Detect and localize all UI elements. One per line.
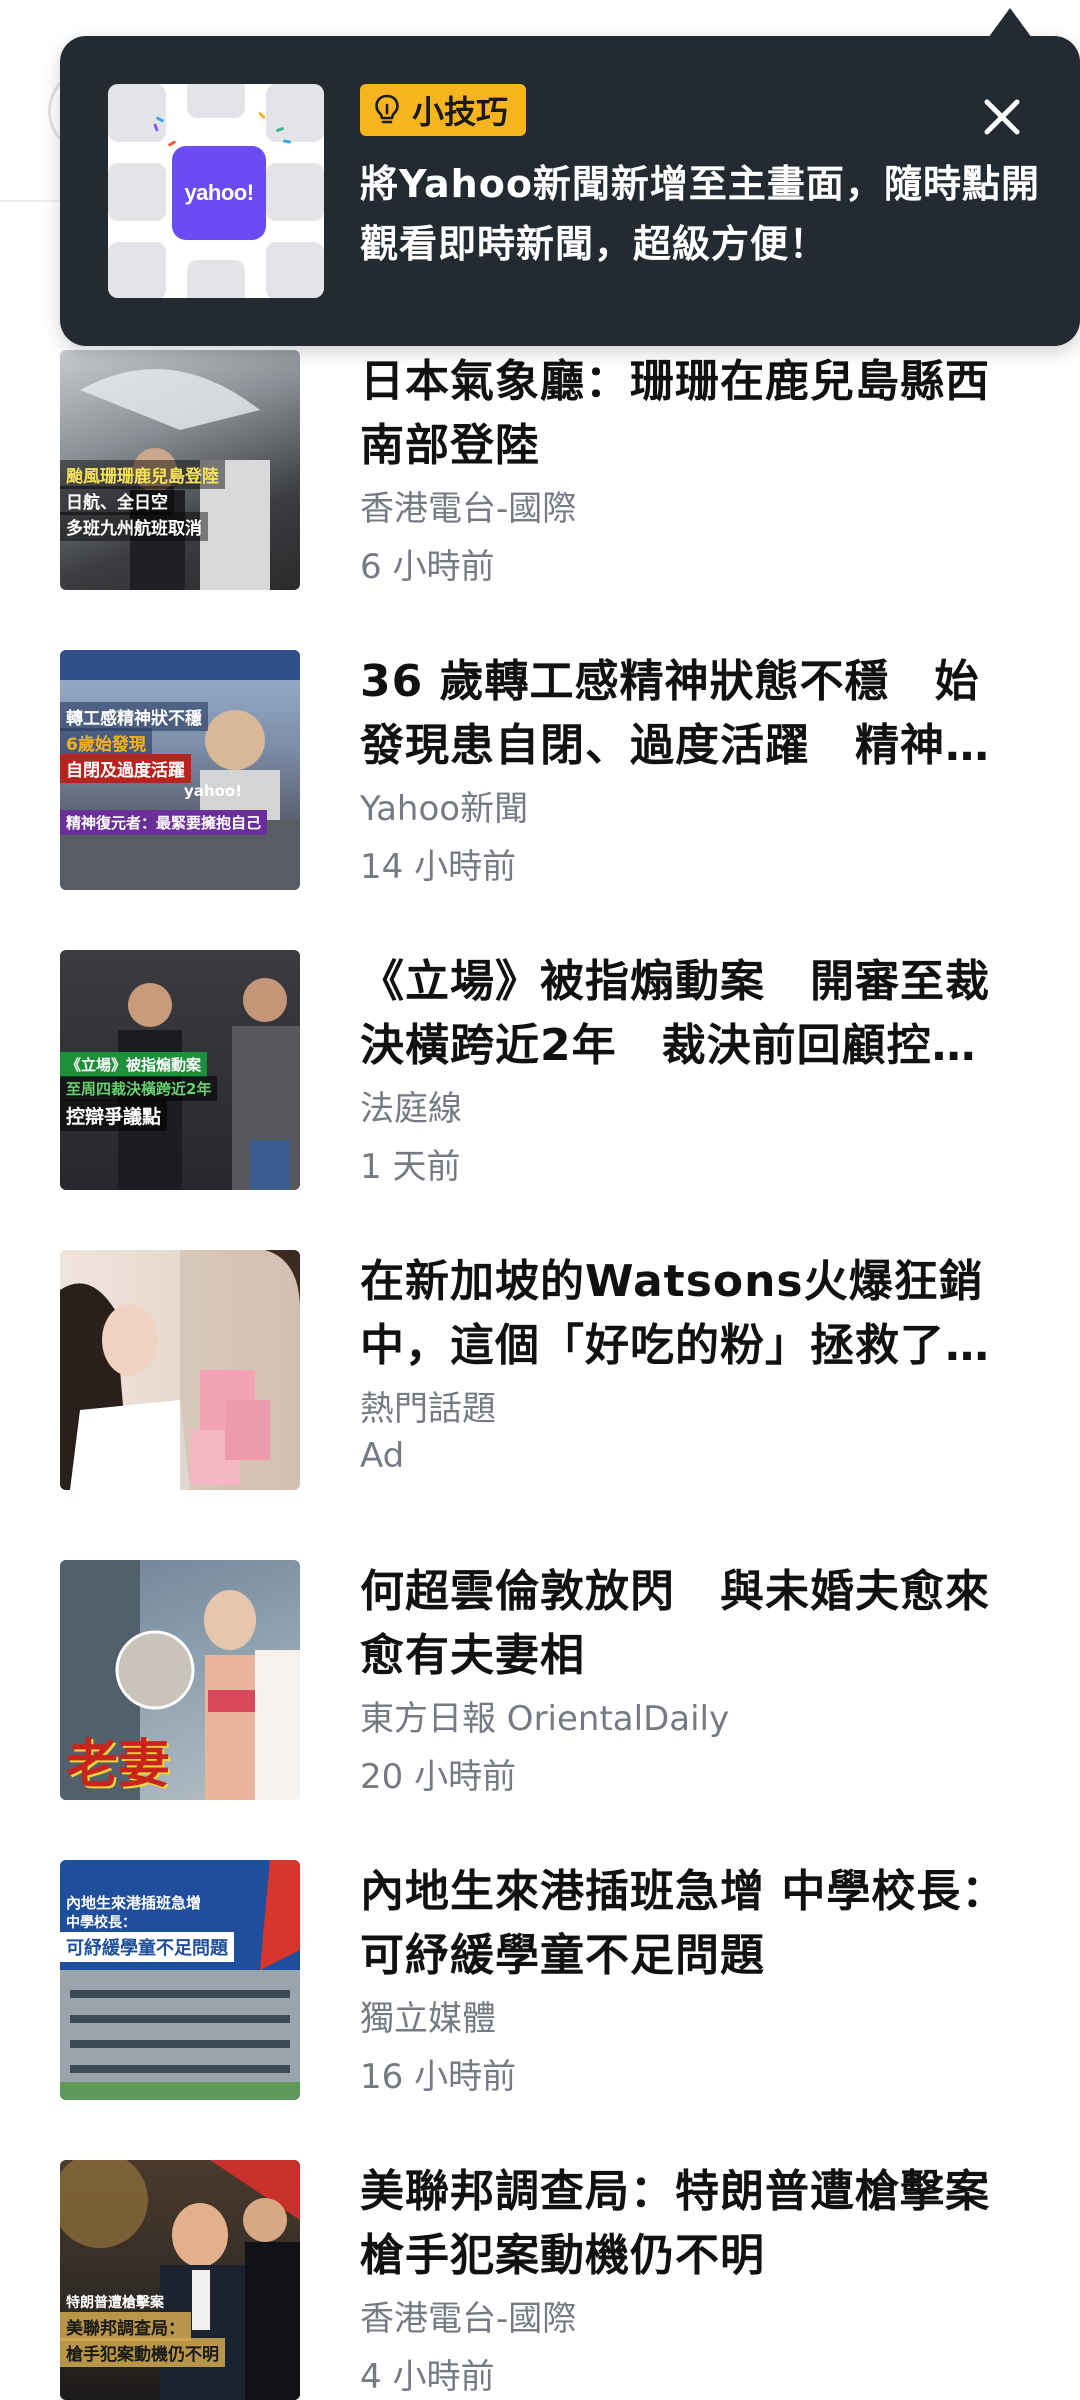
list-item[interactable]: 老妻 何超雲倫敦放閃 與未婚夫愈來愈有夫妻相 東方日報 OrientalDail… (0, 1556, 1080, 1856)
article-source: 獨立媒體 (360, 1999, 496, 2039)
article-source: 東方日報 OrientalDaily (360, 1699, 730, 1739)
article-thumbnail: 內地生來港插班急增 中學校長： 可紓緩學童不足問題 (60, 1860, 300, 2100)
article-title[interactable]: 日本氣象廳：珊珊在鹿兒島縣西南部登陸 (360, 350, 1020, 478)
tip-badge: 小技巧 (360, 84, 527, 136)
article-source: 法庭線 (360, 1089, 462, 1129)
list-item[interactable]: 內地生來港插班急增 中學校長： 可紓緩學童不足問題 內地生來港插班急增 中學校長… (0, 1856, 1080, 2156)
article-source: Yahoo新聞 (360, 789, 529, 829)
tip-badge-label: 小技巧 (412, 93, 509, 131)
list-item[interactable]: 轉工感精神狀不穩 6歲始發現 自閉及過度活躍 yahoo! 精神復元者：最緊要擁… (0, 646, 1080, 946)
ad-label: Ad (360, 1436, 405, 1476)
article-time: 6 小時前 (360, 547, 495, 587)
article-source: 熱門話題 (360, 1389, 496, 1429)
news-feed-screen: yahoo! 小技巧 將Yahoo新聞新增至主畫面，隨時點開觀看即時新聞，超級方… (0, 0, 1080, 2400)
lightbulb-icon (375, 94, 399, 124)
article-title[interactable]: 何超雲倫敦放閃 與未婚夫愈來愈有夫妻相 (360, 1560, 1020, 1688)
add-to-home-tip: yahoo! 小技巧 將Yahoo新聞新增至主畫面，隨時點開觀看即時新聞，超級方… (60, 36, 1080, 346)
article-thumbnail: 颱風珊珊鹿兒島登陸 日航、全日空 多班九州航班取消 (60, 350, 300, 590)
article-thumbnail: 轉工感精神狀不穩 6歲始發現 自閉及過度活躍 yahoo! 精神復元者：最緊要擁… (60, 650, 300, 890)
list-item[interactable]: 特朗普遭槍擊案 美聯邦調查局： 槍手犯案動機仍不明 美聯邦調查局：特朗普遭槍擊案… (0, 2156, 1080, 2400)
article-time: 20 小時前 (360, 1757, 517, 1797)
article-title[interactable]: 在新加坡的Watsons火爆狂銷中，這個「好吃的粉」拯救了4... (360, 1250, 1020, 1378)
article-time: 1 天前 (360, 1147, 461, 1187)
article-title[interactable]: 《立場》被指煽動案 開審至裁決橫跨近2年 裁決前回顧控辯雙方爭議點 (360, 950, 1020, 1078)
home-screen-illustration: yahoo! (108, 84, 324, 298)
article-time: 16 小時前 (360, 2057, 517, 2097)
list-item-ad[interactable]: 在新加坡的Watsons火爆狂銷中，這個「好吃的粉」拯救了4... 熱門話題 A… (0, 1246, 1080, 1546)
close-icon[interactable] (975, 90, 1029, 144)
list-item[interactable]: 《立場》被指煽動案 至周四裁決橫跨近2年 控辯爭議點 《立場》被指煽動案 開審至… (0, 946, 1080, 1246)
list-item[interactable]: 颱風珊珊鹿兒島登陸 日航、全日空 多班九州航班取消 日本氣象廳：珊珊在鹿兒島縣西… (0, 346, 1080, 646)
article-thumbnail (60, 1250, 300, 1490)
tip-message: 將Yahoo新聞新增至主畫面，隨時點開觀看即時新聞，超級方便！ (360, 162, 1040, 266)
tooltip-arrow (988, 8, 1032, 38)
article-source: 香港電台-國際 (360, 2299, 577, 2339)
article-title[interactable]: 內地生來港插班急增 中學校長：可紓緩學童不足問題 (360, 1860, 1020, 1988)
article-title[interactable]: 36 歲轉工感精神狀態不穩 始發現患自閉、過度活躍 精神復元者：最緊要擁抱自己 (360, 650, 1020, 778)
article-time: 4 小時前 (360, 2357, 495, 2397)
article-thumbnail: 《立場》被指煽動案 至周四裁決橫跨近2年 控辯爭議點 (60, 950, 300, 1190)
article-thumbnail: 老妻 (60, 1560, 300, 1800)
article-source: 香港電台-國際 (360, 489, 577, 529)
yahoo-app-icon: yahoo! (172, 146, 266, 240)
article-thumbnail: 特朗普遭槍擊案 美聯邦調查局： 槍手犯案動機仍不明 (60, 2160, 300, 2400)
article-title[interactable]: 美聯邦調查局：特朗普遭槍擊案槍手犯案動機仍不明 (360, 2160, 1020, 2288)
article-time: 14 小時前 (360, 847, 517, 887)
